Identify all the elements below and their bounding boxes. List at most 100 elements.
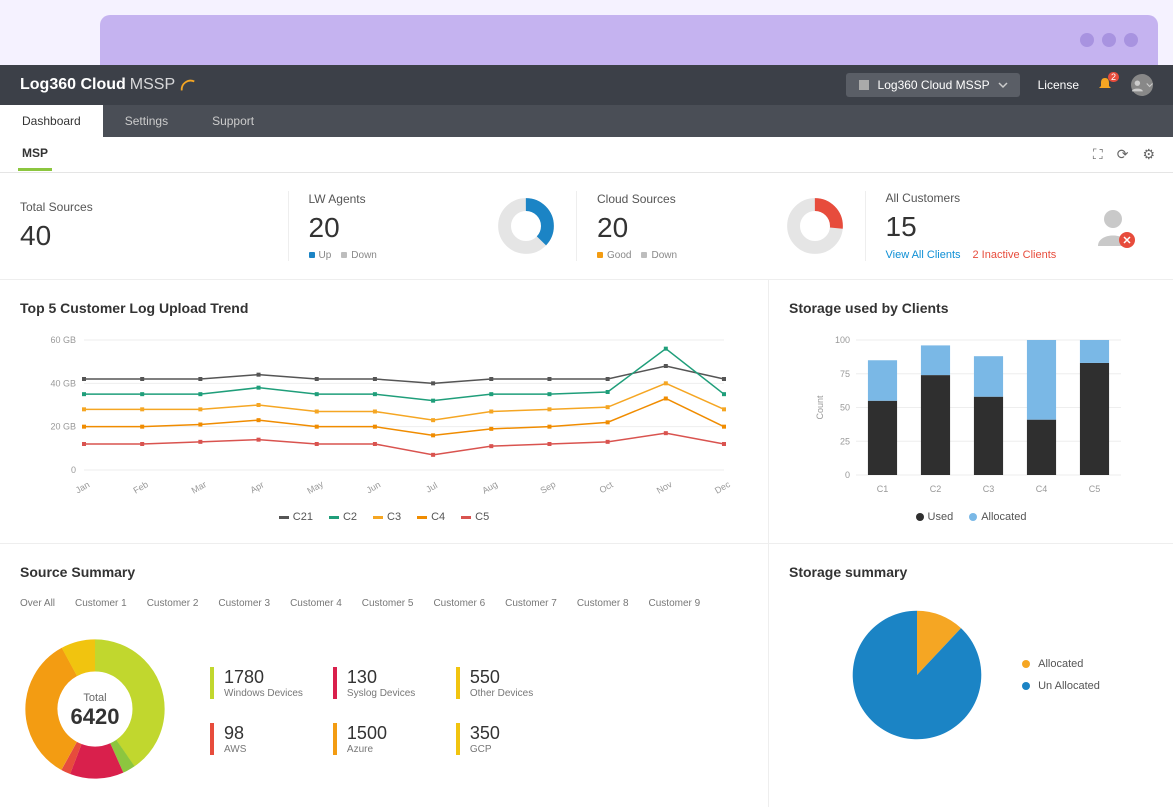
panel-upload-trend: Top 5 Customer Log Upload Trend 020 GB40… — [0, 280, 769, 543]
kpi-cloud-sources: Cloud Sources 20 Good Down — [597, 191, 866, 261]
svg-text:100: 100 — [835, 335, 850, 345]
svg-text:40 GB: 40 GB — [50, 378, 76, 388]
product-logo: Log360 Cloud MSSP — [20, 76, 197, 94]
source-donut-wrap: Total 6420 — [20, 634, 170, 787]
legend-item[interactable]: C4 — [417, 511, 445, 523]
panel-storage-clients: Storage used by Clients 0255075100CountC… — [769, 280, 1173, 543]
source-item-label: Windows Devices — [224, 688, 303, 699]
customers-icon — [1093, 206, 1133, 246]
svg-text:Count: Count — [815, 395, 825, 420]
storage-summary-pie — [842, 600, 992, 750]
source-tab[interactable]: Customer 6 — [433, 594, 485, 613]
source-tab[interactable]: Customer 8 — [577, 594, 629, 613]
inactive-clients-link[interactable]: 2 Inactive Clients — [973, 249, 1057, 261]
source-tab[interactable]: Customer 7 — [505, 594, 557, 613]
chevron-down-icon — [998, 80, 1008, 90]
source-item-value: 1780 — [224, 667, 303, 688]
source-item: 550Other Devices — [456, 667, 549, 699]
svg-text:C5: C5 — [1089, 484, 1101, 494]
source-item-label: Syslog Devices — [347, 688, 426, 699]
source-item: 350GCP — [456, 723, 549, 755]
panel-storage-summary: Storage summary AllocatedUn Allocated — [769, 544, 1173, 807]
source-tab[interactable]: Customer 9 — [649, 594, 701, 613]
legend-item[interactable]: Used — [916, 511, 954, 523]
row-charts-2: Source Summary Over AllCustomer 1Custome… — [0, 544, 1173, 807]
org-switcher[interactable]: Log360 Cloud MSSP — [846, 73, 1020, 97]
svg-text:25: 25 — [840, 436, 850, 446]
svg-text:Mar: Mar — [190, 479, 208, 495]
fullscreen-icon[interactable]: ⛶ — [1093, 146, 1103, 163]
source-item: 1500Azure — [333, 723, 426, 755]
legend-up: Up — [319, 250, 332, 261]
legend-down: Down — [651, 250, 677, 261]
legend-good: Good — [607, 250, 631, 261]
kpi-value: 20 — [597, 212, 677, 244]
svg-text:Dec: Dec — [713, 479, 732, 496]
kpi-label: LW Agents — [309, 192, 377, 206]
svg-text:20 GB: 20 GB — [50, 422, 76, 432]
svg-text:Sep: Sep — [539, 479, 558, 496]
svg-text:Aug: Aug — [480, 479, 499, 496]
svg-text:May: May — [305, 479, 325, 496]
svg-text:Nov: Nov — [655, 479, 674, 496]
legend-item[interactable]: C2 — [329, 511, 357, 523]
tab-dashboard[interactable]: Dashboard — [0, 105, 103, 137]
subtab-bar: MSP ⛶ ⟳ ⚙ — [0, 137, 1173, 173]
source-tab[interactable]: Customer 5 — [362, 594, 414, 613]
user-menu[interactable] — [1131, 74, 1153, 96]
svg-text:50: 50 — [840, 403, 850, 413]
lw-agents-donut — [496, 196, 556, 256]
svg-text:75: 75 — [840, 369, 850, 379]
subtab-msp[interactable]: MSP — [18, 138, 52, 171]
browser-chrome — [100, 15, 1158, 65]
gear-icon[interactable]: ⚙ — [1142, 146, 1155, 163]
legend-item[interactable]: C21 — [279, 511, 313, 523]
source-tab[interactable]: Customer 4 — [290, 594, 342, 613]
svg-text:Jul: Jul — [424, 480, 439, 494]
storage-clients-chart: 0255075100CountC1C2C3C4C5 — [789, 330, 1153, 500]
svg-text:C2: C2 — [930, 484, 942, 494]
license-link[interactable]: License — [1038, 78, 1079, 92]
view-all-clients-link[interactable]: View All Clients — [886, 249, 961, 261]
refresh-icon[interactable]: ⟳ — [1117, 146, 1129, 163]
source-tab[interactable]: Over All — [20, 594, 55, 613]
legend-item[interactable]: C5 — [461, 511, 489, 523]
logo-arc-icon — [179, 76, 197, 94]
legend-item[interactable]: Allocated — [1022, 658, 1100, 670]
trend-legend: C21 C2 C3 C4 C5 — [20, 511, 748, 523]
legend-item[interactable]: Allocated — [969, 511, 1026, 523]
cloud-sources-donut — [785, 196, 845, 256]
tab-support[interactable]: Support — [190, 105, 276, 137]
kpi-row: Total Sources 40 LW Agents 20 Up Down Cl… — [0, 173, 1173, 280]
main-tabs: Dashboard Settings Support — [0, 105, 1173, 137]
row-charts-1: Top 5 Customer Log Upload Trend 020 GB40… — [0, 280, 1173, 544]
source-item: 98AWS — [210, 723, 303, 755]
kpi-all-customers: All Customers 15 View All Clients 2 Inac… — [886, 191, 1154, 261]
kpi-total-sources: Total Sources 40 — [20, 191, 289, 261]
notifications-button[interactable]: 2 — [1097, 76, 1113, 95]
svg-text:0: 0 — [71, 465, 76, 475]
svg-text:C3: C3 — [983, 484, 995, 494]
source-item-value: 350 — [470, 723, 549, 744]
source-summary-tabs: Over All Customer 1 Customer 2 Customer 3 Cu… — [20, 594, 748, 614]
svg-text:Oct: Oct — [598, 479, 616, 495]
kpi-label: Total Sources — [20, 200, 93, 214]
source-tab[interactable]: Customer 3 — [218, 594, 270, 613]
kpi-label: Cloud Sources — [597, 192, 677, 206]
panel-source-summary: Source Summary Over AllCustomer 1Custome… — [0, 544, 769, 807]
source-tab[interactable]: Customer 2 — [147, 594, 199, 613]
svg-text:Jan: Jan — [74, 479, 92, 495]
legend-item[interactable]: C3 — [373, 511, 401, 523]
svg-text:0: 0 — [845, 470, 850, 480]
svg-text:C1: C1 — [877, 484, 889, 494]
topbar: Log360 Cloud MSSP Log360 Cloud MSSP Lice… — [0, 65, 1173, 105]
source-tab[interactable]: Customer 1 — [75, 594, 127, 613]
kpi-lw-agents: LW Agents 20 Up Down — [309, 191, 578, 261]
kpi-value: 20 — [309, 212, 377, 244]
donut-center-label: Total — [71, 692, 120, 704]
org-icon — [858, 79, 870, 91]
kpi-label: All Customers — [886, 191, 1057, 205]
chevron-down-icon — [1146, 81, 1153, 89]
tab-settings[interactable]: Settings — [103, 105, 190, 137]
legend-item[interactable]: Un Allocated — [1022, 680, 1100, 692]
